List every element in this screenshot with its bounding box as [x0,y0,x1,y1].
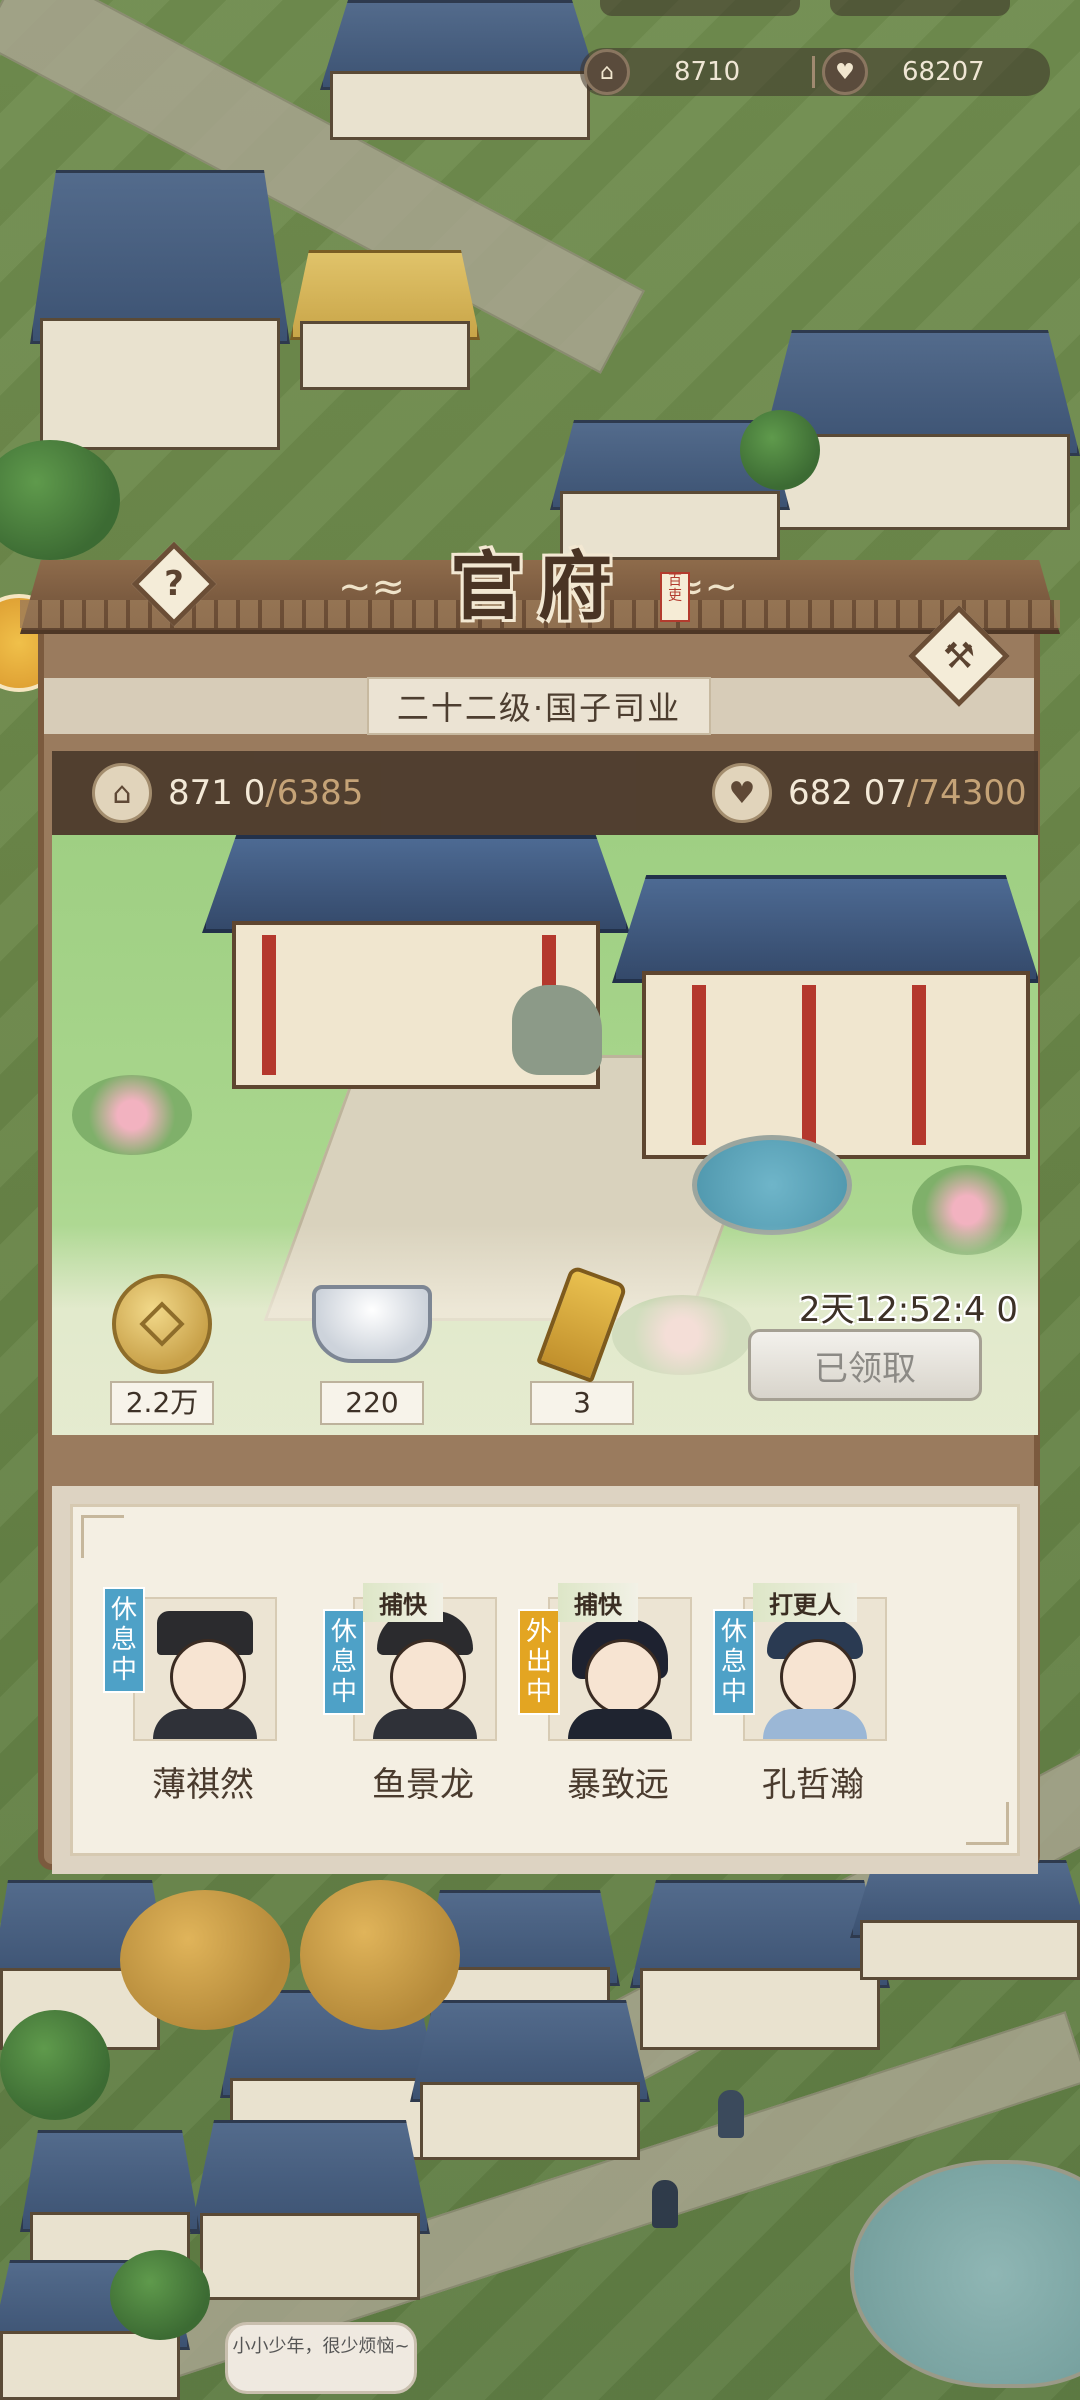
status-badge: 休息中 [323,1609,365,1715]
token-icon [536,1264,628,1384]
heart-icon: ♥ [822,49,868,95]
favor-value: 68207 [902,57,985,87]
page-title: 官府 [450,543,626,630]
claim-button[interactable]: 已领取 [748,1329,982,1401]
reward-value: 220 [320,1381,424,1425]
official-residence-panel: 二十二级·国子司业 ⌂ 871 0 /6385 ♥ 682 07 /74300 [20,541,1060,1874]
reward-value: 3 [530,1381,634,1425]
reward-copper[interactable]: 2.2万 [102,1269,222,1425]
speech-bubble[interactable]: 小小少年，很少烦恼~ [225,2322,417,2394]
stat-bar: ⌂ 871 0 /6385 ♥ 682 07 /74300 [52,751,1038,835]
panel-frame: 二十二级·国子司业 ⌂ 871 0 /6385 ♥ 682 07 /74300 [38,590,1040,1874]
avatar [133,1597,277,1741]
staff-member-1[interactable]: 休息中 薄祺然 [103,1587,283,1827]
staff-name: 薄祺然 [152,1765,254,1805]
heart-icon: ♥ [712,763,772,823]
reward-token[interactable]: 3 [522,1264,642,1425]
residence-scene[interactable]: 2.2万 220 3 2天12:52:4 0 已领取 [52,835,1038,1435]
copper-coin-icon [112,1274,212,1374]
cloud-ornament-icon: ~≈ [338,564,406,610]
hall-icon: ⌂ [584,49,630,95]
staff-name: 孔哲瀚 [762,1765,864,1805]
hall-icon: ⌂ [92,763,152,823]
reputation-max: /6385 [265,773,364,813]
silver-ingot-icon [312,1285,432,1363]
staff-member-4[interactable]: 休息中 打更人 孔哲瀚 [713,1583,893,1827]
role-badge: 打更人 [753,1583,857,1622]
reward-value: 2.2万 [110,1381,214,1425]
favor-current: 682 07 [788,773,907,813]
staff-name: 鱼景龙 [372,1765,474,1805]
question-icon: ? [164,564,184,604]
rank-label: 二十二级·国子司业 [366,677,712,735]
resource-bar: ⌂ 8710 ♥ 68207 [580,48,1050,96]
reputation-current: 871 0 [168,773,266,813]
countdown-timer: 2天12:52:4 0 [798,1290,1018,1330]
status-badge: 休息中 [103,1587,145,1693]
status-badge: 休息中 [713,1609,755,1715]
role-badge: 捕快 [558,1583,638,1622]
reputation-value: 8710 [674,57,741,87]
seal-stamp: 百吏 [660,572,690,622]
staff-member-3[interactable]: 外出中 捕快 暴致远 [518,1583,698,1827]
status-badge: 外出中 [518,1609,560,1715]
favor-max: /74300 [906,773,1027,813]
reward-silver[interactable]: 220 [312,1269,432,1425]
role-badge: 捕快 [363,1583,443,1622]
hammer-icon: ⚒ [942,635,976,677]
staff-section: 休息中 薄祺然 休息中 捕快 鱼景龙 外出中 捕快 暴致远 休息中 打更人 孔哲… [52,1486,1038,1874]
staff-member-2[interactable]: 休息中 捕快 鱼景龙 [323,1583,503,1827]
staff-name: 暴致远 [567,1765,669,1805]
